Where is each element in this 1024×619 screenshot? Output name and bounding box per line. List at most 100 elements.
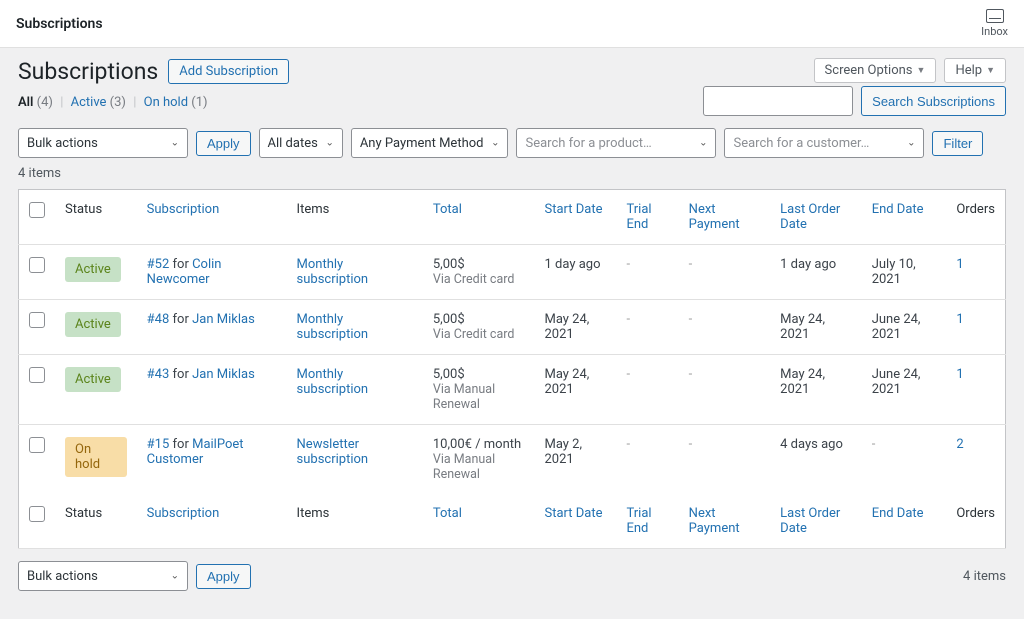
payment-via: Via Credit card — [433, 272, 515, 287]
search-subscriptions-button[interactable]: Search Subscriptions — [861, 86, 1006, 116]
topbar-title: Subscriptions — [16, 16, 103, 32]
col-total[interactable]: Total — [423, 190, 535, 245]
last-order: May 24, 2021 — [770, 355, 862, 425]
trial-end: - — [616, 300, 678, 355]
last-order: May 24, 2021 — [770, 300, 862, 355]
subscriptions-table: Status Subscription Items Total Start Da… — [18, 189, 1006, 549]
search-input[interactable] — [703, 86, 853, 116]
end-date: June 24, 2021 — [862, 355, 947, 425]
trial-end: - — [616, 245, 678, 300]
start-date: May 24, 2021 — [534, 300, 616, 355]
orders-link[interactable]: 1 — [956, 367, 963, 382]
subscription-id-link[interactable]: #48 — [147, 312, 170, 327]
chevron-down-icon: ⌄ — [171, 571, 179, 582]
trial-end: - — [616, 355, 678, 425]
payment-method-select[interactable]: Any Payment Method ⌄ — [351, 128, 509, 158]
table-row: On hold #15 for MailPoet Customer Newsle… — [19, 425, 1006, 495]
status-badge: Active — [65, 257, 121, 282]
col-next[interactable]: Next Payment — [679, 190, 770, 245]
orders-link[interactable]: 2 — [956, 437, 963, 452]
help-button[interactable]: Help ▼ — [944, 58, 1006, 83]
apply-button[interactable]: Apply — [196, 131, 251, 156]
items-count-bottom: 4 items — [963, 569, 1006, 584]
orders-link[interactable]: 1 — [956, 257, 963, 272]
status-badge: Active — [65, 312, 121, 337]
col-status: Status — [55, 190, 137, 245]
caret-down-icon: ▼ — [986, 65, 995, 76]
table-row: Active #43 for Jan Miklas Monthly subscr… — [19, 355, 1006, 425]
inbox-button[interactable]: Inbox — [981, 9, 1008, 38]
subscription-id-link[interactable]: #43 — [147, 367, 170, 382]
start-date: 1 day ago — [534, 245, 616, 300]
caret-down-icon: ▼ — [917, 65, 926, 76]
bulk-actions-select-bottom[interactable]: Bulk actions ⌄ — [18, 561, 188, 591]
payment-via: Via Manual Renewal — [433, 452, 495, 482]
total-value: 5,00$ — [433, 367, 465, 382]
table-row: Active #52 for Colin Newcomer Monthly su… — [19, 245, 1006, 300]
next-payment: - — [679, 355, 770, 425]
col-last[interactable]: Last Order Date — [770, 190, 862, 245]
last-order: 4 days ago — [770, 425, 862, 495]
last-order: 1 day ago — [770, 245, 862, 300]
subscription-id-link[interactable]: #52 — [147, 257, 170, 272]
customer-link[interactable]: Jan Miklas — [192, 312, 255, 327]
select-all-checkbox-footer[interactable] — [29, 506, 45, 522]
filter-button[interactable]: Filter — [932, 131, 983, 156]
inbox-icon — [986, 9, 1004, 23]
chevron-down-icon: ⌄ — [325, 138, 333, 149]
col-trial[interactable]: Trial End — [616, 190, 678, 245]
col-end[interactable]: End Date — [862, 190, 947, 245]
filter-all[interactable]: All — [18, 95, 33, 110]
chevron-down-icon: ⌄ — [171, 138, 179, 149]
payment-via: Via Credit card — [433, 327, 515, 342]
item-link[interactable]: Monthly subscription — [297, 257, 369, 287]
topbar: Subscriptions Inbox — [0, 0, 1024, 48]
table-row: Active #48 for Jan Miklas Monthly subscr… — [19, 300, 1006, 355]
screen-options-button[interactable]: Screen Options ▼ — [814, 58, 937, 83]
end-date: July 10, 2021 — [862, 245, 947, 300]
start-date: May 24, 2021 — [534, 355, 616, 425]
dates-select[interactable]: All dates ⌄ — [259, 128, 343, 158]
status-badge: Active — [65, 367, 121, 392]
chevron-down-icon: ⌄ — [907, 138, 915, 149]
chevron-down-icon: ⌄ — [699, 138, 707, 149]
filter-onhold[interactable]: On hold — [144, 95, 188, 110]
col-orders: Orders — [946, 190, 1005, 245]
row-checkbox[interactable] — [29, 437, 45, 453]
col-subscription[interactable]: Subscription — [137, 190, 287, 245]
row-checkbox[interactable] — [29, 257, 45, 273]
apply-button-bottom[interactable]: Apply — [196, 564, 251, 589]
item-link[interactable]: Monthly subscription — [297, 312, 369, 342]
col-items: Items — [287, 190, 423, 245]
customer-link[interactable]: Jan Miklas — [192, 367, 255, 382]
chevron-down-icon: ⌄ — [491, 138, 499, 149]
end-date: June 24, 2021 — [862, 300, 947, 355]
add-subscription-button[interactable]: Add Subscription — [168, 59, 289, 84]
filter-active[interactable]: Active — [71, 95, 107, 110]
status-badge: On hold — [65, 437, 127, 477]
end-date: - — [862, 425, 947, 495]
next-payment: - — [679, 300, 770, 355]
col-start[interactable]: Start Date — [534, 190, 616, 245]
start-date: May 2, 2021 — [534, 425, 616, 495]
orders-link[interactable]: 1 — [956, 312, 963, 327]
item-link[interactable]: Newsletter subscription — [297, 437, 369, 467]
row-checkbox[interactable] — [29, 367, 45, 383]
next-payment: - — [679, 425, 770, 495]
subscription-id-link[interactable]: #15 — [147, 437, 170, 452]
select-all-checkbox[interactable] — [29, 202, 45, 218]
customer-search-select[interactable]: Search for a customer… ⌄ — [724, 128, 924, 158]
total-value: 5,00$ — [433, 257, 465, 272]
trial-end: - — [616, 425, 678, 495]
product-search-select[interactable]: Search for a product… ⌄ — [516, 128, 716, 158]
next-payment: - — [679, 245, 770, 300]
items-count: 4 items — [18, 166, 61, 181]
row-checkbox[interactable] — [29, 312, 45, 328]
payment-via: Via Manual Renewal — [433, 382, 495, 412]
bulk-actions-select[interactable]: Bulk actions ⌄ — [18, 128, 188, 158]
page-title: Subscriptions — [18, 58, 158, 85]
item-link[interactable]: Monthly subscription — [297, 367, 369, 397]
total-value: 10,00€ / month — [433, 437, 521, 452]
inbox-label: Inbox — [981, 25, 1008, 38]
total-value: 5,00$ — [433, 312, 465, 327]
